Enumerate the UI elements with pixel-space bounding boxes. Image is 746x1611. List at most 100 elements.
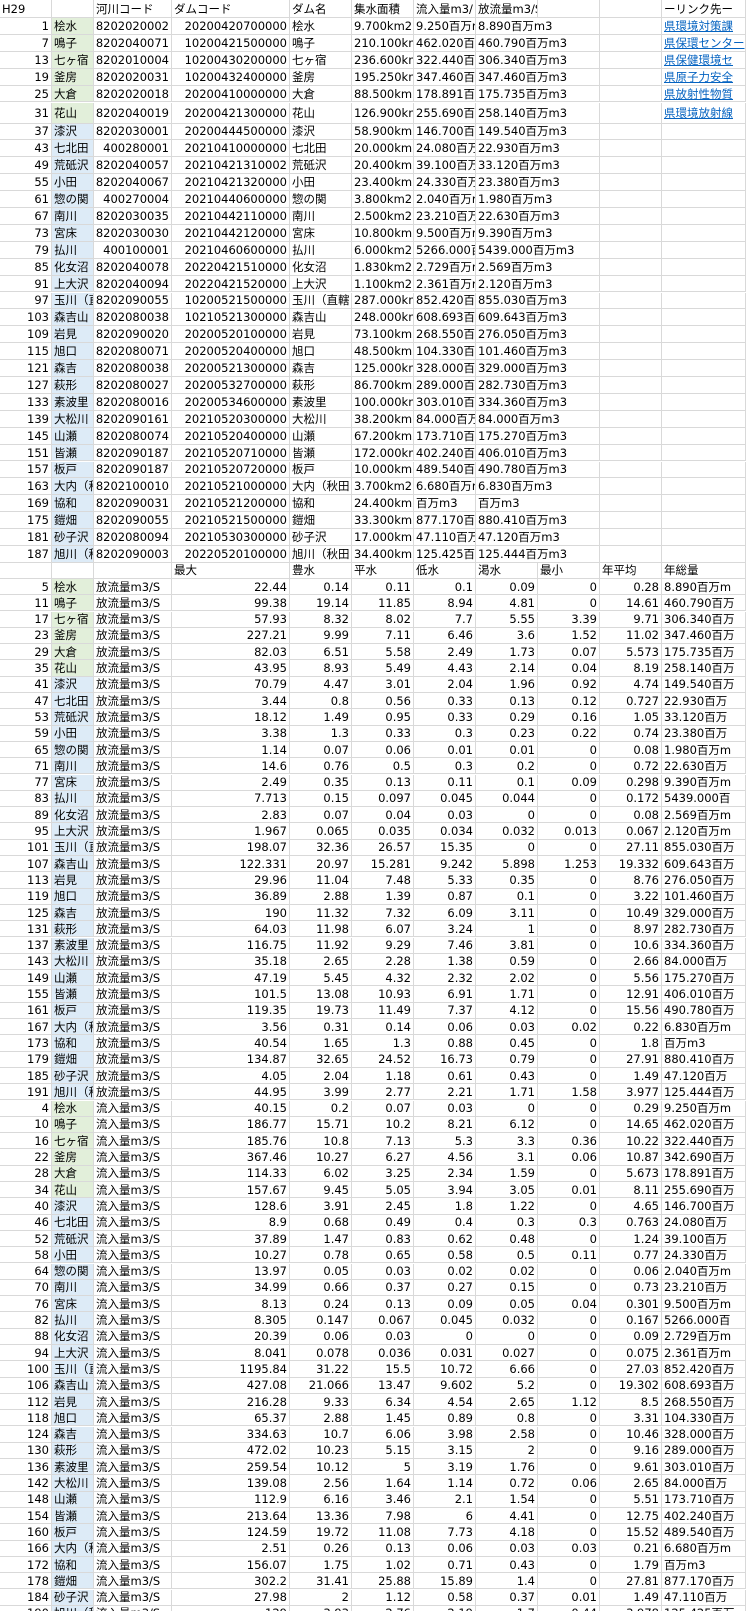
drought-water-cell[interactable]: 1.96 (476, 676, 538, 693)
row-number-cell[interactable]: 160 (0, 1524, 52, 1541)
max-cell[interactable]: 116.75 (172, 937, 290, 954)
dam-short-name-cell[interactable]: 惣の関 (52, 191, 94, 208)
river-code-cell[interactable]: 8202040078 (94, 258, 172, 276)
annual-total-cell[interactable]: 9.390百万m (662, 774, 746, 791)
dam-short-name-cell[interactable]: 鳴子 (52, 34, 94, 52)
empty-cell[interactable] (600, 343, 662, 361)
flow-type-cell[interactable]: 流入量m3/S (94, 1426, 172, 1443)
low-water-cell[interactable]: 0.045 (414, 1312, 476, 1329)
header-cell[interactable] (600, 0, 662, 18)
dam-code-cell[interactable]: 20200420700000 (172, 18, 290, 35)
flow-type-cell[interactable]: 流入量m3/S (94, 1540, 172, 1557)
low-water-cell[interactable]: 0.88 (414, 1035, 476, 1052)
river-code-cell[interactable]: 8202080074 (94, 427, 172, 445)
drought-water-cell[interactable]: 4.81 (476, 595, 538, 612)
inflow-volume-cell[interactable]: 5266.000百 (414, 241, 476, 259)
max-cell[interactable]: 8.9 (172, 1214, 290, 1231)
annual-average-cell[interactable]: 3.977 (600, 1084, 662, 1101)
dam-code-cell[interactable]: 10210521300000 (172, 309, 290, 327)
catchment-area-cell[interactable]: 248.000km (352, 309, 414, 327)
catchment-area-cell[interactable]: 1.100km2 (352, 275, 414, 293)
header-catchment-area[interactable]: 集水面積 (352, 0, 414, 18)
annual-average-cell[interactable]: 12.75 (600, 1508, 662, 1525)
row-number-cell[interactable]: 59 (0, 725, 52, 742)
low-water-cell[interactable]: 1.38 (414, 953, 476, 971)
low-water-cell[interactable]: 2.34 (414, 1165, 476, 1182)
low-water-cell[interactable]: 4.43 (414, 660, 476, 677)
dam-name-cell[interactable]: 釜房 (290, 68, 352, 86)
normal-water-cell[interactable]: 1.45 (352, 1410, 414, 1427)
annual-total-cell[interactable]: 84.000百万 (662, 1475, 746, 1492)
low-water-cell[interactable]: 0.61 (414, 1067, 476, 1085)
dam-short-name-cell[interactable]: 大内（秋 (52, 478, 94, 496)
catchment-area-cell[interactable]: 67.200km2 (352, 427, 414, 445)
flow-type-cell[interactable]: 流入量m3/S (94, 1247, 172, 1264)
flow-type-cell[interactable]: 放流量m3/S (94, 741, 172, 759)
min-cell[interactable]: 0 (538, 1035, 600, 1052)
header-link[interactable]: ーリンク先ー (662, 0, 746, 18)
row-number-cell[interactable]: 163 (0, 478, 52, 496)
drought-water-cell[interactable]: 1.59 (476, 1165, 538, 1182)
max-cell[interactable]: 3.38 (172, 725, 290, 742)
empty-cell[interactable] (600, 444, 662, 462)
dam-name-cell[interactable]: 大松川 (290, 410, 352, 428)
max-cell[interactable]: 99.38 (172, 595, 290, 612)
dam-code-cell[interactable]: 10200432400000 (172, 68, 290, 86)
annual-average-cell[interactable]: 0.73 (600, 1279, 662, 1297)
high-water-cell[interactable]: 0.065 (290, 823, 352, 840)
normal-water-cell[interactable]: 10.2 (352, 1116, 414, 1134)
row-number-cell[interactable]: 1 (0, 18, 52, 35)
annual-total-cell[interactable]: 39.100百万 (662, 1230, 746, 1248)
low-water-cell[interactable]: 15.35 (414, 839, 476, 856)
min-cell[interactable]: 0 (538, 1002, 600, 1019)
normal-water-cell[interactable]: 9.29 (352, 937, 414, 954)
outflow-volume-cell[interactable]: 2.120百万m3 (476, 275, 600, 293)
row-number-cell[interactable]: 11 (0, 595, 52, 612)
empty-cell[interactable] (662, 258, 746, 276)
max-cell[interactable]: 22.44 (172, 578, 290, 596)
drought-water-cell[interactable]: 2.58 (476, 1426, 538, 1443)
dam-short-name-cell[interactable]: 鎧畑 (52, 1051, 94, 1068)
normal-water-cell[interactable]: 0.03 (352, 1263, 414, 1280)
dam-code-cell[interactable]: 20210442110000 (172, 208, 290, 225)
annual-average-cell[interactable]: 5.573 (600, 644, 662, 661)
row-number-cell[interactable]: 125 (0, 904, 52, 922)
min-cell[interactable]: 1.12 (538, 1393, 600, 1411)
row-number-cell[interactable]: 37 (0, 123, 52, 141)
low-water-cell[interactable]: 2.21 (414, 1084, 476, 1101)
river-code-cell[interactable]: 8202090031 (94, 495, 172, 513)
outflow-volume-cell[interactable]: 880.410百万m3 (476, 512, 600, 530)
drought-water-cell[interactable]: 0.1 (476, 774, 538, 791)
normal-water-cell[interactable]: 6.06 (352, 1426, 414, 1443)
river-code-cell[interactable]: 8202090020 (94, 326, 172, 344)
normal-water-cell[interactable]: 8.02 (352, 611, 414, 628)
drought-water-cell[interactable]: 0.35 (476, 872, 538, 889)
dam-short-name-cell[interactable]: 漆沢 (52, 123, 94, 141)
normal-water-cell[interactable]: 2.45 (352, 1198, 414, 1215)
drought-water-cell[interactable]: 5.2 (476, 1377, 538, 1394)
row-number-cell[interactable]: 83 (0, 790, 52, 808)
row-number-cell[interactable]: 7 (0, 34, 52, 52)
annual-total-cell[interactable]: 101.460百万 (662, 888, 746, 905)
dam-name-cell[interactable]: 宮床 (290, 224, 352, 242)
dam-short-name-cell[interactable]: 宮床 (52, 224, 94, 242)
dam-short-name-cell[interactable]: 宮床 (52, 1296, 94, 1313)
annual-average-cell[interactable]: 10.87 (600, 1149, 662, 1166)
high-water-cell[interactable]: 31.22 (290, 1361, 352, 1378)
dam-code-cell[interactable]: 20200520100000 (172, 326, 290, 344)
empty-cell[interactable] (600, 208, 662, 225)
dam-short-name-cell[interactable]: 砂子沢 (52, 1589, 94, 1606)
drought-water-cell[interactable]: 1.7 (476, 1605, 538, 1611)
annual-total-cell[interactable]: 329.000百万 (662, 904, 746, 922)
dam-short-name-cell[interactable]: 素波里 (52, 1459, 94, 1476)
dam-short-name-cell[interactable]: 花山 (52, 102, 94, 124)
drought-water-cell[interactable]: 0.5 (476, 1247, 538, 1264)
annual-average-cell[interactable]: 0.09 (600, 1328, 662, 1345)
dam-short-name-cell[interactable]: 七北田 (52, 1214, 94, 1231)
annual-total-cell[interactable]: 334.360百万 (662, 937, 746, 954)
dam-short-name-cell[interactable]: 小田 (52, 725, 94, 742)
annual-average-cell[interactable]: 0.29 (600, 1100, 662, 1117)
catchment-area-cell[interactable]: 287.000km (352, 292, 414, 310)
max-cell[interactable]: 2.51 (172, 1540, 290, 1557)
catchment-area-cell[interactable]: 10.800km2 (352, 224, 414, 242)
